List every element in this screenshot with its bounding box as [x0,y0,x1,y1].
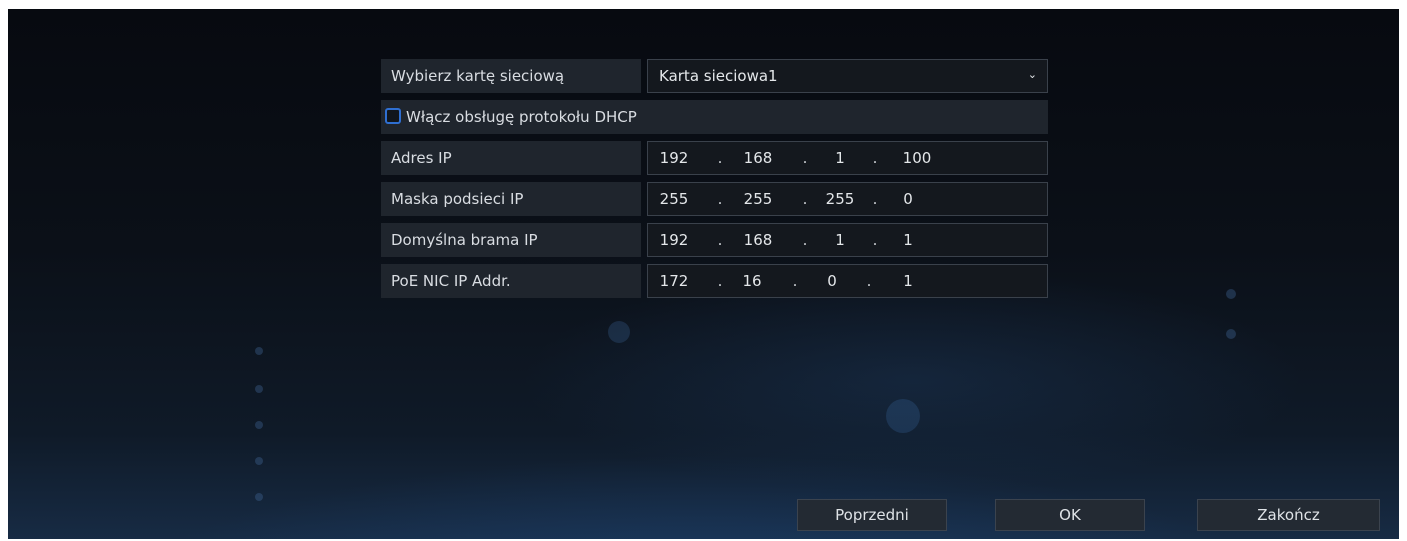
ip-octet[interactable]: 255 [738,183,778,215]
ip-separator: . [717,190,723,208]
default-gateway-row: Domyślna brama IP 192 . 168 . 1 . 1 [381,223,1048,257]
ip-octet[interactable]: 255 [820,183,860,215]
ip-octet[interactable]: 100 [897,142,937,174]
finish-button[interactable]: Zakończ [1197,499,1380,531]
ip-address-label: Adres IP [381,141,641,175]
dhcp-row: Włącz obsługę protokołu DHCP [381,100,1048,134]
ip-octet[interactable]: 16 [732,265,772,297]
dhcp-label[interactable]: Włącz obsługę protokołu DHCP [406,100,637,134]
poe-nic-ip-row: PoE NIC IP Addr. 172 . 16 . 0 . 1 [381,264,1048,298]
background-dot [1226,329,1236,339]
background-dot [1226,289,1236,299]
background-dot [255,347,263,355]
chevron-down-icon: ⌄ [1027,68,1037,81]
previous-button[interactable]: Poprzedni [797,499,947,531]
ip-separator: . [872,149,878,167]
background-dot [886,399,920,433]
ip-octet[interactable]: 172 [654,265,694,297]
subnet-mask-row: Maska podsieci IP 255 . 255 . 255 . 0 [381,182,1048,216]
ip-octet[interactable]: 1 [820,224,860,256]
ip-octet[interactable]: 1 [888,265,928,297]
background-dot [255,493,263,501]
setup-wizard-screen: Wybierz kartę sieciową Karta sieciowa1 ⌄… [8,9,1399,539]
ip-separator: . [717,149,723,167]
ip-octet[interactable]: 192 [654,142,694,174]
ip-octet[interactable]: 168 [738,224,778,256]
poe-nic-ip-label: PoE NIC IP Addr. [381,264,641,298]
poe-nic-ip-input[interactable]: 172 . 16 . 0 . 1 [647,264,1048,298]
subnet-mask-input[interactable]: 255 . 255 . 255 . 0 [647,182,1048,216]
ip-separator: . [792,272,798,290]
background-dot [255,457,263,465]
default-gateway-input[interactable]: 192 . 168 . 1 . 1 [647,223,1048,257]
ip-address-input[interactable]: 192 . 168 . 1 . 100 [647,141,1048,175]
ip-octet[interactable]: 192 [654,224,694,256]
default-gateway-label: Domyślna brama IP [381,223,641,257]
ip-octet[interactable]: 1 [888,224,928,256]
ip-octet[interactable]: 1 [820,142,860,174]
ok-button[interactable]: OK [995,499,1145,531]
background-dot [255,385,263,393]
ip-octet[interactable]: 0 [812,265,852,297]
network-card-label: Wybierz kartę sieciową [381,59,641,93]
ip-octet[interactable]: 0 [888,183,928,215]
network-card-row: Wybierz kartę sieciową Karta sieciowa1 ⌄ [381,59,1048,93]
ip-separator: . [802,149,808,167]
ip-separator: . [866,272,872,290]
ip-octet[interactable]: 255 [654,183,694,215]
ip-address-row: Adres IP 192 . 168 . 1 . 100 [381,141,1048,175]
ip-separator: . [802,231,808,249]
network-card-value: Karta sieciowa1 [659,67,778,85]
ip-separator: . [717,272,723,290]
ip-separator: . [717,231,723,249]
ip-separator: . [872,231,878,249]
ip-separator: . [872,190,878,208]
ip-separator: . [802,190,808,208]
dhcp-checkbox[interactable] [385,108,401,124]
background-dot [608,321,630,343]
background-dot [255,421,263,429]
subnet-mask-label: Maska podsieci IP [381,182,641,216]
network-card-select[interactable]: Karta sieciowa1 ⌄ [647,59,1048,93]
ip-octet[interactable]: 168 [738,142,778,174]
